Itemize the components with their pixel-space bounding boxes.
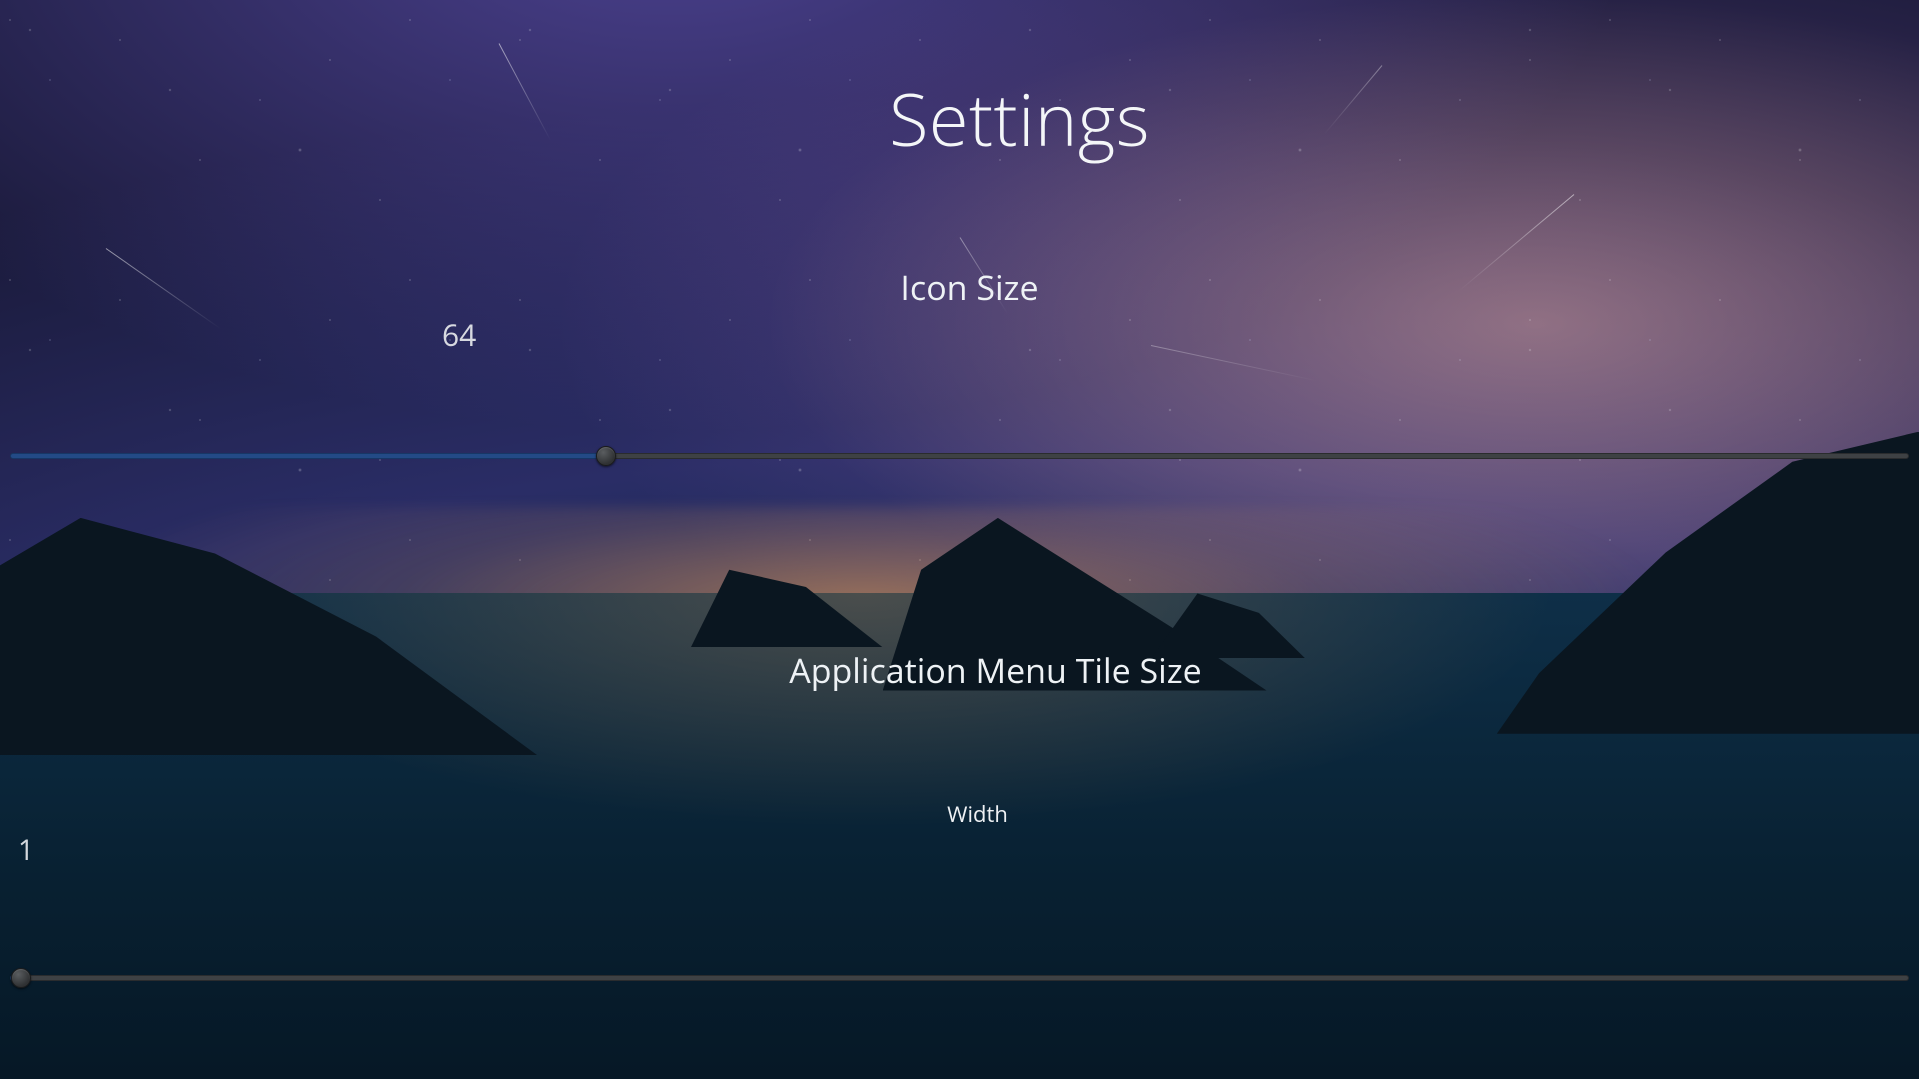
icon-size-slider[interactable] <box>10 445 1909 467</box>
settings-scroll-area[interactable]: Settings Icon Size 64 Application Menu T… <box>0 0 1919 1079</box>
page-title: Settings <box>120 70 1919 168</box>
tile-width-slider[interactable] <box>10 967 1909 989</box>
slider-thumb[interactable] <box>596 446 616 466</box>
tile-width-label: Width <box>36 799 1919 829</box>
icon-size-value: 64 <box>442 314 1919 355</box>
app-menu-tile-size-label: Application Menu Tile Size <box>72 647 1919 693</box>
icon-size-label: Icon Size <box>20 264 1919 310</box>
slider-thumb[interactable] <box>11 968 31 988</box>
slider-fill <box>10 453 606 459</box>
tile-width-value: 1 <box>18 831 1919 869</box>
slider-track <box>10 975 1909 981</box>
